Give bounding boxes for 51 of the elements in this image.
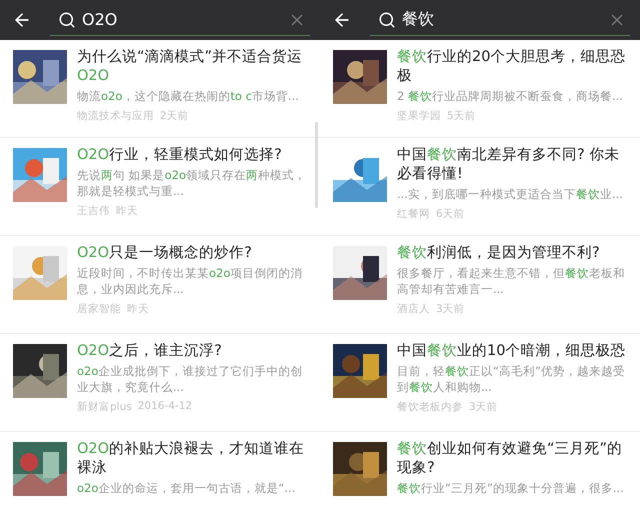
search-icon — [58, 10, 76, 28]
result-item[interactable]: O2O只是一场概念的炒作? 近段时间，不时传出某某o2o项目倒闭的消息，业内因此充斥... 居家智能 昨天 — [0, 236, 320, 334]
article-snippet: 很多餐厅，看起来生意不错，但餐饮老板和高管却有苦难言一... — [397, 265, 626, 297]
result-item[interactable]: O2O行业，轻重模式如何选择? 先说两句 如果是o2o领域只存在两种模式，那就是轻模式与重... 王吉伟 昨天 — [0, 138, 320, 236]
article-snippet: 物流o2o，这个隐藏在热闹的to c市场背... — [77, 88, 300, 104]
post-time: 2天前 — [160, 109, 189, 123]
source-name: 酒店人 — [397, 302, 430, 316]
article-title: 餐饮利润低，是因为管理不利? — [397, 244, 601, 263]
post-time: 5天前 — [447, 109, 476, 123]
article-snippet: 餐饮行业“三月死”的现象十分普遍，很多... — [397, 480, 625, 496]
result-item[interactable]: O2O之后，谁主沉浮? o2o企业成批倒下，谁接过了它们手中的创业大旗，究竟什么... 新财富plus 2016-4-12 — [0, 334, 320, 432]
search-field[interactable]: O2O — [50, 4, 310, 36]
article-snippet: ...实，到底哪一种模式更适合当下餐饮业... — [397, 186, 624, 202]
article-title: O2O行业，轻重模式如何选择? — [77, 146, 283, 165]
article-title: 中国餐饮业的10个暗潮，细思极恐 — [397, 342, 626, 361]
result-item[interactable]: 餐饮利润低，是因为管理不利? 很多餐厅，看起来生意不错，但餐饮老板和高管却有苦难言一... 酒店人 3天前 — [320, 236, 640, 334]
article-title: O2O只是一场概念的炒作? — [77, 244, 253, 263]
article-snippet: 近段时间，不时传出某某o2o项目倒闭的消息，业内因此充斥... — [77, 265, 304, 297]
article-title: 餐饮创业如何有效避免“三月死”的现象? — [397, 440, 624, 478]
article-title: 中国餐饮南北差异有多不同? 你未必看得懂! — [397, 146, 620, 184]
article-title: O2O之后，谁主沉浮? — [77, 342, 223, 361]
result-item[interactable]: 中国餐饮业的10个暗潮，细思极恐 目前，轻餐饮正以“高毛利”优势，越来越受到餐饮人和购物... 餐饮老板内参 3天前 — [320, 334, 640, 432]
search-field[interactable]: 餐饮 — [370, 4, 630, 36]
source-name: 坚果学园 — [397, 109, 441, 123]
result-item[interactable]: 餐饮行业的20个大胆思考，细思恐极 2 餐饮行业品牌周期被不断蚕食，商场餐... 坚果学园 5天前 — [320, 40, 640, 138]
article-title: 为什么说“滴滴模式”并不适合货运 O2O — [77, 48, 304, 86]
source-name: 王吉伟 — [77, 204, 110, 218]
article-title: O2O的补贴大浪褪去，才知道谁在裸泳 — [77, 440, 306, 478]
result-item[interactable]: 中国餐饮南北差异有多不同? 你未必看得懂! ...实，到底哪一种模式更适合当下餐饮业... 红餐网 6天前 — [320, 138, 640, 236]
source-name: 红餐网 — [397, 207, 430, 221]
source-name: 物流技术与应用 — [77, 109, 154, 123]
post-time: 3天前 — [436, 302, 465, 316]
result-item[interactable]: O2O的补贴大浪褪去，才知道谁在裸泳 o2o企业的命运，套用一句古语，就是“... — [0, 432, 320, 505]
article-snippet: 2 餐饮行业品牌周期被不断蚕食，商场餐... — [397, 88, 624, 104]
post-time: 3天前 — [469, 400, 498, 414]
article-snippet: o2o企业的命运，套用一句古语，就是“... — [77, 480, 296, 496]
article-snippet: o2o企业成批倒下，谁接过了它们手中的创业大旗，究竟什么... — [77, 363, 304, 395]
article-snippet: 目前，轻餐饮正以“高毛利”优势，越来越受到餐饮人和购物... — [397, 363, 626, 395]
source-name: 餐饮老板内参 — [397, 400, 463, 414]
source-name: 居家智能 — [77, 302, 121, 316]
article-title: 餐饮行业的20个大胆思考，细思恐极 — [397, 48, 626, 86]
result-item[interactable]: 餐饮创业如何有效避免“三月死”的现象? 餐饮行业“三月死”的现象十分普遍，很多... — [320, 432, 640, 505]
article-snippet: 先说两句 如果是o2o领域只存在两种模式，那就是轻模式与重... — [77, 167, 308, 199]
post-time: 6天前 — [436, 207, 465, 221]
post-time: 昨天 — [127, 302, 149, 316]
search-icon — [378, 10, 396, 28]
scrollbar[interactable] — [315, 122, 318, 208]
result-item[interactable]: 为什么说“滴滴模式”并不适合货运 O2O 物流o2o，这个隐藏在热闹的to c市场背... 物流技术与应用 2天前 — [0, 40, 320, 138]
post-time: 昨天 — [116, 204, 138, 218]
source-name: 新财富plus — [77, 400, 132, 414]
post-time: 2016-4-12 — [138, 400, 192, 414]
